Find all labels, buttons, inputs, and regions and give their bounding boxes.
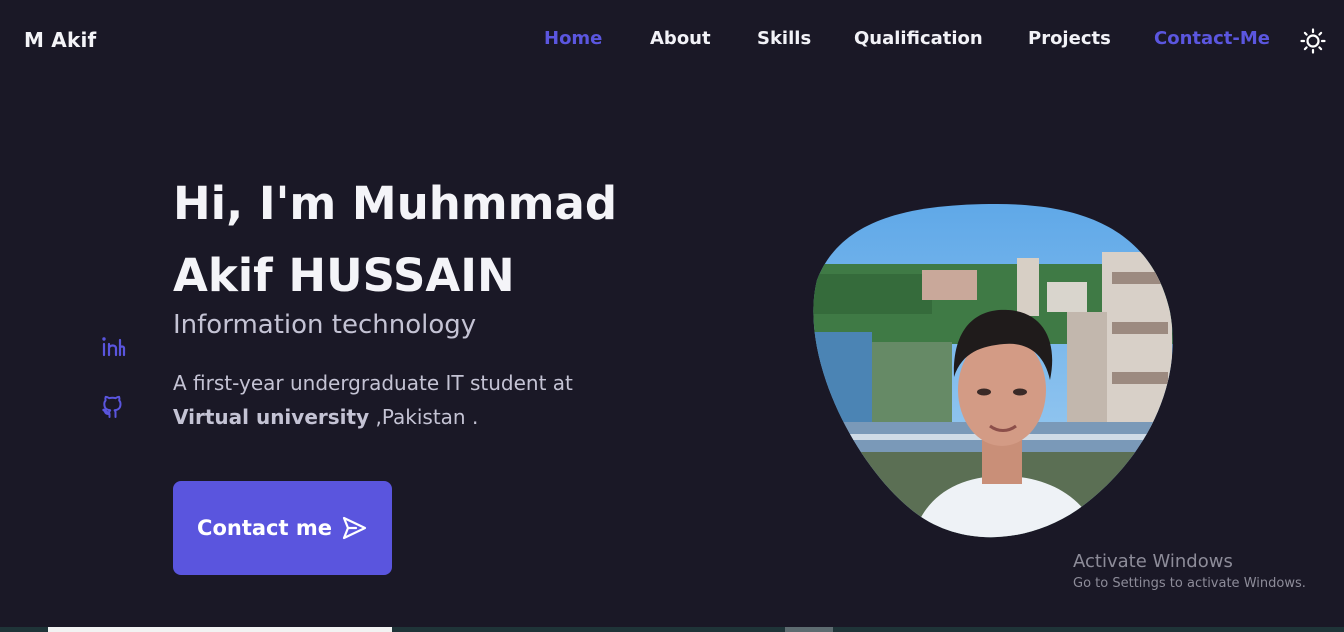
nav-home[interactable]: Home [544,28,602,49]
hero-desc-university: Virtual university [173,405,370,429]
hero-subtitle: Information technology [173,310,477,340]
profile-photo [812,202,1176,542]
linkedin-link[interactable] [100,334,126,360]
nav-projects[interactable]: Projects [1028,28,1111,49]
watermark-subtitle: Go to Settings to activate Windows. [1073,576,1306,591]
taskbar-segment [48,627,392,632]
activate-windows-watermark: Activate Windows Go to Settings to activ… [1073,551,1306,591]
main-nav: Home About Skills Qualification Projects… [0,28,1344,56]
github-icon [102,395,122,418]
hero-title: Hi, I'm Muhmmad Akif HUSSAIN [173,168,693,312]
theme-toggle-button[interactable] [1300,28,1326,54]
site-header: M Akif Home About Skills Qualification P… [0,0,1344,82]
send-icon [342,516,367,540]
social-links [100,334,126,454]
nav-contact-me[interactable]: Contact-Me [1154,28,1270,49]
watermark-title: Activate Windows [1073,551,1233,572]
sun-icon [1300,28,1326,54]
hero-title-line1: Hi, I'm Muhmmad [173,177,618,230]
portfolio-page: M Akif Home About Skills Qualification P… [0,0,1344,632]
linkedin-icon [102,337,126,357]
nav-qualification[interactable]: Qualification [854,28,983,49]
hero-description: A first-year undergraduate IT student at… [173,366,693,434]
contact-button-label: Contact me [197,516,332,540]
contact-me-button[interactable]: Contact me [173,481,392,575]
hero-desc-text: A first-year undergraduate IT student at [173,371,573,395]
nav-skills[interactable]: Skills [757,28,811,49]
taskbar-segment [785,627,833,632]
github-link[interactable] [100,394,126,420]
nav-about[interactable]: About [650,28,711,49]
hero-desc-country: ,Pakistan . [369,405,479,429]
hero-title-line2: Akif HUSSAIN [173,249,515,302]
